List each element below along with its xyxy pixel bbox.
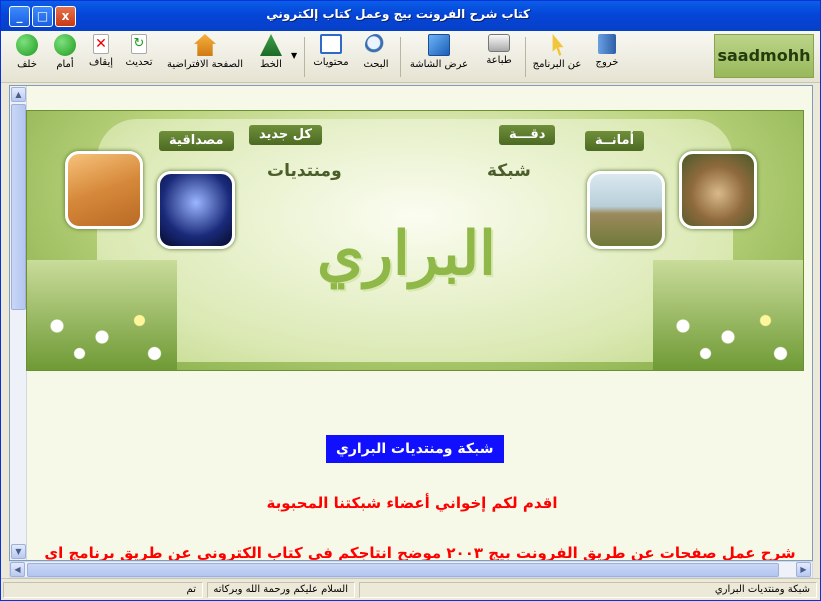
- banner-tag-credibility: مصداقية: [159, 131, 234, 151]
- window-title: كتاب شرح الفرونت بيج وعمل كتاب إلكتروني: [266, 7, 530, 21]
- lightning-photo: [157, 171, 235, 249]
- search-icon: [365, 34, 387, 56]
- fullscreen-button[interactable]: عرض الشاشة: [405, 34, 473, 80]
- maximize-button[interactable]: □: [32, 6, 53, 27]
- refresh-button[interactable]: ↻ تحديث: [119, 34, 159, 80]
- font-dropdown-icon[interactable]: ▼: [291, 51, 297, 60]
- print-button[interactable]: طباعة: [477, 34, 521, 80]
- flowers-left: [27, 260, 177, 370]
- search-button[interactable]: البحث: [357, 34, 395, 80]
- refresh-icon: ↻: [131, 34, 147, 54]
- stop-button[interactable]: ✕ إيقاف: [83, 34, 119, 80]
- greeting-text: اقدم لكم إخواني أعضاء شبكتنا المحبوبة: [266, 494, 558, 512]
- flowers-right: [653, 260, 803, 370]
- font-icon: [260, 34, 282, 56]
- font-button[interactable]: الخط: [253, 34, 289, 80]
- bird-photo: [679, 151, 757, 229]
- toolbar-separator: [400, 37, 401, 77]
- status-done: تم: [3, 582, 203, 598]
- forward-button[interactable]: أمام: [47, 34, 83, 80]
- close-button[interactable]: x: [55, 6, 76, 27]
- status-site: شبكة ومنتديات البراري: [359, 582, 817, 598]
- title-bar[interactable]: _ □ x كتاب شرح الفرونت بيج وعمل كتاب إلك…: [1, 1, 820, 31]
- exit-icon: [598, 34, 616, 54]
- banner-word-network: شبكة: [487, 161, 531, 181]
- toolbar: خلف أمام ✕ إيقاف ↻ تحديث الصفحة الافتراض…: [1, 31, 820, 83]
- vertical-scroll-thumb[interactable]: [11, 104, 26, 310]
- forward-icon: [54, 34, 76, 56]
- home-button[interactable]: الصفحة الافتراضية: [159, 34, 251, 80]
- banner-tag-accuracy: دقـــة: [499, 125, 556, 145]
- print-icon: [488, 34, 510, 52]
- about-button[interactable]: عن البرنامج: [529, 34, 585, 80]
- exit-button[interactable]: خروج: [587, 34, 627, 80]
- home-icon: [194, 34, 216, 56]
- horizontal-scrollbar[interactable]: ◀ ▶: [9, 561, 813, 578]
- banner-tag-all-new: كل جديد: [249, 125, 322, 145]
- site-banner: مصداقية كل جديد دقـــة أمانــة ومنتديات …: [26, 110, 804, 371]
- banner-tag-honesty: أمانــة: [585, 131, 645, 151]
- intro-text: شرح عمل صفحات عن طريق الفرونت بيج ٢٠٠٣ م…: [44, 544, 796, 561]
- app-window: _ □ x كتاب شرح الفرونت بيج وعمل كتاب إلك…: [0, 0, 821, 601]
- lake-photo: [587, 171, 665, 249]
- contents-button[interactable]: محتويات: [309, 34, 353, 80]
- back-icon: [16, 34, 38, 56]
- banner-word-forums: ومنتديات: [267, 161, 342, 181]
- scroll-right-icon[interactable]: ▶: [796, 562, 811, 577]
- stop-icon: ✕: [93, 34, 109, 54]
- horizontal-scroll-thumb[interactable]: [27, 563, 779, 577]
- desert-photo: [65, 151, 143, 229]
- status-salam: السلام عليكم ورحمة الله وبركاته: [207, 582, 355, 598]
- scroll-down-icon[interactable]: ▼: [11, 544, 26, 559]
- fullscreen-icon: [428, 34, 450, 56]
- status-bar: تم السلام عليكم ورحمة الله وبركاته شبكة …: [1, 578, 820, 600]
- scroll-up-icon[interactable]: ▲: [11, 87, 26, 102]
- back-button[interactable]: خلف: [7, 34, 47, 80]
- scroll-left-icon[interactable]: ◀: [10, 562, 25, 577]
- page-headline: شبكة ومنتديات البراري: [326, 435, 504, 463]
- minimize-button[interactable]: _: [9, 6, 30, 27]
- toolbar-separator: [525, 37, 526, 77]
- toolbar-separator: [304, 37, 305, 77]
- about-icon: [552, 34, 564, 56]
- brand-logo: saadmohh: [714, 34, 814, 78]
- vertical-scrollbar[interactable]: ▲ ▼: [10, 86, 27, 560]
- content-pane[interactable]: ▲ ▼ مصداقية كل جديد دقـــة أمانــة ومنتد…: [9, 85, 813, 561]
- banner-calligraphy: البراري: [317, 219, 496, 289]
- contents-icon: [320, 34, 342, 54]
